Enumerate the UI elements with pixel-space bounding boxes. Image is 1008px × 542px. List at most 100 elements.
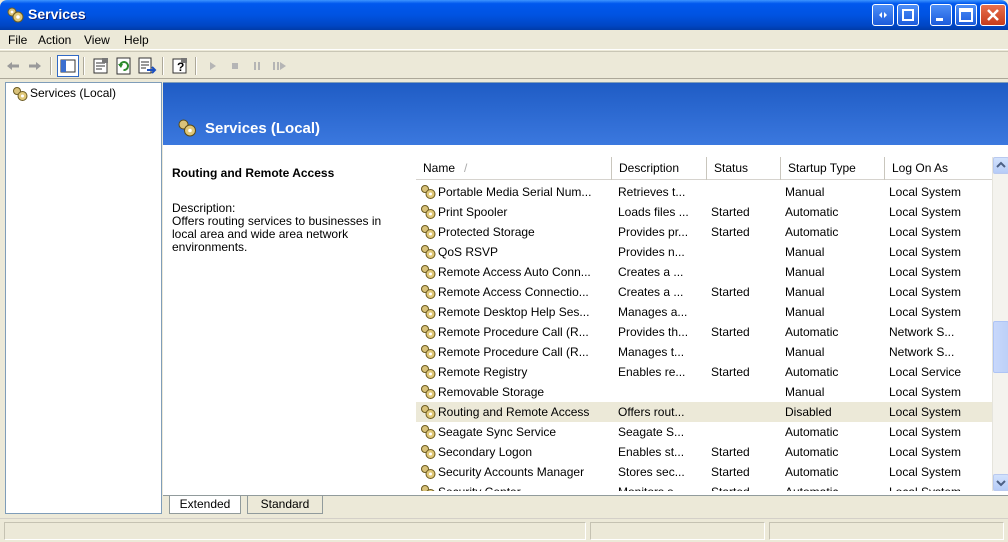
help-button[interactable]: ? [169,55,191,77]
column-header-startup-type[interactable]: Startup Type [781,157,885,180]
scroll-thumb[interactable] [993,321,1008,373]
service-gear-icon [421,225,436,239]
toolbar: ? [0,51,1008,79]
service-name: Remote Access Connectio... [438,285,589,299]
cell-log-on-as: Local System [889,305,962,319]
scroll-down-button[interactable] [993,474,1008,491]
table-row[interactable]: Remote Procedure Call (R... Provides th..… [416,322,992,342]
service-gear-icon [421,405,436,419]
restart-service-button[interactable] [268,55,290,77]
cell-log-on-as: Network S... [889,325,955,339]
cell-name: Remote Procedure Call (R... [420,322,616,342]
pause-service-icon [254,62,260,70]
table-row[interactable]: Protected Storage Provides pr... Started Au… [416,222,992,242]
forward-button[interactable] [24,55,46,77]
title-bar[interactable]: Services [0,0,1008,30]
cell-name: Remote Registry [420,362,616,382]
service-gear-icon [421,265,436,279]
service-name: Portable Media Serial Num... [438,185,592,199]
table-row[interactable]: Removable Storage Manual Local System [416,382,992,402]
restart-service-icon [273,62,286,70]
service-gear-icon [421,205,436,219]
column-header-name[interactable]: Name / [416,157,612,180]
minimize-button[interactable] [930,4,952,26]
maximize-button[interactable] [955,4,977,26]
services-gear-icon [7,7,24,23]
tree-item-services-local[interactable]: Services (Local) [10,86,118,102]
menu-action[interactable]: Action [38,33,71,47]
cell-name: Security Center [420,482,616,491]
service-name: Remote Desktop Help Ses... [438,305,590,319]
table-row[interactable]: Security Center Monitors s... Started Autom… [416,482,992,491]
restore-pane-button[interactable] [897,4,919,26]
table-row[interactable]: Print Spooler Loads files ... Started Autom… [416,202,992,222]
column-header-description[interactable]: Description [612,157,707,180]
vertical-scrollbar[interactable] [992,157,1008,491]
table-row[interactable]: Secondary Logon Enables st... Started Autom… [416,442,992,462]
cell-name: Protected Storage [420,222,616,242]
cell-description: Provides th... [618,325,689,339]
menu-help[interactable]: Help [124,33,149,47]
table-row[interactable]: Routing and Remote Access Offers rout... D… [416,402,992,422]
cell-name: Print Spooler [420,202,616,222]
refresh-button[interactable] [113,55,135,77]
properties-button[interactable] [90,55,112,77]
menu-file[interactable]: File [8,33,27,47]
table-row[interactable]: Seagate Sync Service Seagate S... Automati… [416,422,992,442]
cell-log-on-as: Local System [889,385,962,399]
stop-service-button[interactable] [224,55,246,77]
table-row[interactable]: Security Accounts Manager Stores sec... St… [416,462,992,482]
cell-startup-type: Manual [785,185,825,199]
scroll-up-button[interactable] [993,157,1008,174]
description-label: Description: [172,201,236,215]
table-row[interactable]: Remote Registry Enables re... Started Autom… [416,362,992,382]
forward-arrow-icon [29,62,41,70]
close-button[interactable] [980,4,1006,26]
pause-service-button[interactable] [246,55,268,77]
back-button[interactable] [2,55,24,77]
service-name: Security Accounts Manager [438,465,585,479]
table-row[interactable]: Remote Access Connectio... Creates a ... S… [416,282,992,302]
cell-startup-type: Automatic [785,425,839,439]
table-row[interactable]: Remote Procedure Call (R... Manages t... M… [416,342,992,362]
service-gear-icon [421,425,436,439]
sort-indicator: / [464,161,468,175]
table-row[interactable]: Portable Media Serial Num... Retrieves t.… [416,182,992,202]
tab-standard[interactable]: Standard [247,496,323,514]
show-hide-tree-button[interactable] [57,55,79,77]
column-header-log-on-as[interactable]: Log On As [885,157,992,180]
service-gear-icon [421,465,436,479]
service-gear-icon [421,285,436,299]
menu-view[interactable]: View [84,33,110,47]
cell-status: Started [711,225,750,239]
cell-name: Remote Access Connectio... [420,282,616,302]
table-row[interactable]: Remote Access Auto Conn... Creates a ... M… [416,262,992,282]
cell-startup-type: Manual [785,265,825,279]
services-gear-icon [13,87,28,101]
service-name: Remote Procedure Call (R... [438,325,589,339]
cell-description: Enables re... [618,365,686,379]
start-service-button[interactable] [202,55,224,77]
list-rows: Portable Media Serial Num... Retrieves t.… [416,182,992,491]
start-service-icon [210,62,216,70]
menu-bar: File Action View Help [0,30,1008,50]
table-row[interactable]: Remote Desktop Help Ses... Manages a... Ma… [416,302,992,322]
service-name: Protected Storage [438,225,535,239]
cell-name: Remote Desktop Help Ses... [420,302,616,322]
cell-log-on-as: Local System [889,185,962,199]
context-help-button[interactable] [872,4,894,26]
service-gear-icon [421,385,436,399]
tab-extended[interactable]: Extended [169,496,241,514]
service-gear-icon [421,365,436,379]
cell-startup-type: Automatic [785,225,839,239]
toolbar-separator [162,57,164,75]
window-title: Services [28,6,86,22]
table-row[interactable]: QoS RSVP Provides n... Manual Local System [416,242,992,262]
cell-description: Monitors s... [618,482,706,491]
pane-header: Services (Local) [163,83,1008,145]
service-name: Remote Registry [438,365,528,379]
export-list-button[interactable] [136,55,158,77]
cell-log-on-as: Local System [889,205,962,219]
chevron-down-icon [996,480,1006,487]
column-header-status[interactable]: Status [707,157,781,180]
